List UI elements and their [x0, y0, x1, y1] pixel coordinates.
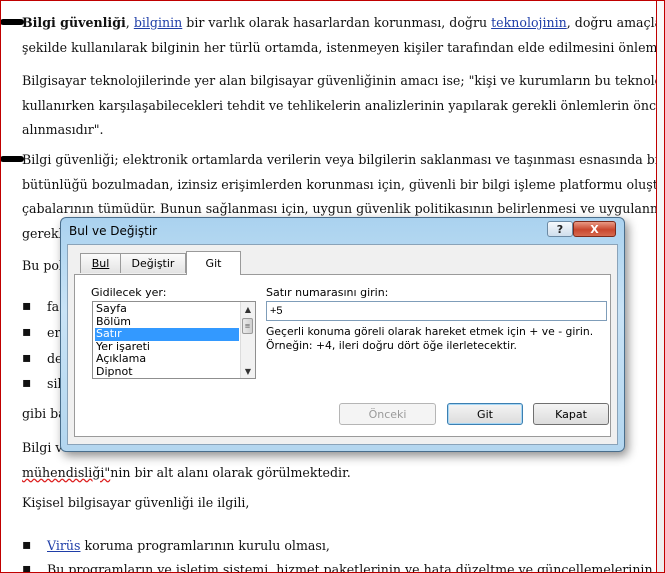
link-teknolojinin[interactable]: teknolojinin	[491, 15, 567, 30]
bullet-dot: ▪	[22, 298, 32, 314]
find-replace-dialog: Bul ve Değiştir ? X Bul Değiştir Git Gid…	[60, 217, 625, 452]
term-bold: Bilgi güvenliği	[22, 15, 126, 30]
paragraph-2: Bilgisayar teknolojilerinde yer alan bil…	[22, 73, 665, 137]
tab-find[interactable]: Bul	[80, 253, 121, 273]
close-icon[interactable]: X	[573, 221, 616, 237]
tab-replace[interactable]: Değiştir	[120, 253, 186, 273]
paragraph-marker	[0, 19, 24, 25]
previous-button[interactable]: Önceki	[339, 403, 436, 425]
bullet-text-virus: Virüs koruma programlarının kurulu olmas…	[47, 538, 330, 553]
dialog-body: Bul Değiştir Git Gidilecek yer: Sayfa Bö…	[67, 244, 618, 445]
line-number-input[interactable]	[266, 301, 607, 321]
misspelled-word: mühendisliği"	[22, 464, 111, 480]
help-button[interactable]: ?	[547, 221, 573, 237]
link-virus[interactable]: Virüs	[47, 538, 81, 553]
goto-description: Geçerli konuma göreli olarak hareket etm…	[266, 325, 594, 352]
right-margin-strip	[656, 0, 665, 573]
link-bilginin[interactable]: bilginin	[134, 15, 182, 30]
line-number-label: Satır numarasını girin:	[266, 286, 389, 299]
paragraph-1: Bilgi güvenliği, bilginin bir varlık ola…	[22, 15, 665, 55]
close-button[interactable]: Kapat	[533, 403, 609, 425]
goto-label: Gidilecek yer:	[91, 286, 167, 299]
dialog-title: Bul ve Değiştir	[69, 224, 158, 238]
goto-panel: Gidilecek yer: Sayfa Bölüm Satır Yer işa…	[74, 274, 611, 437]
bullet-dot: ▪	[22, 561, 32, 573]
bullet-text: fa	[47, 299, 60, 314]
list-item[interactable]: Sayfa	[95, 302, 239, 316]
bullet-dot: ▪	[22, 537, 32, 553]
tab-goto[interactable]: Git	[186, 251, 241, 275]
bullet-dot: ▪	[22, 324, 32, 340]
list-item[interactable]: Açıklama	[95, 352, 239, 366]
bullet-text-cut: Bu programların ve işletim sistemi, hizm…	[47, 562, 665, 573]
list-item[interactable]: Dipnot	[95, 365, 239, 379]
bullet-dot: ▪	[22, 350, 32, 366]
goto-button[interactable]: Git	[447, 403, 523, 425]
paragraph-7: Kişisel bilgisayar güvenliği ile ilgili,	[22, 495, 250, 510]
paragraph-marker	[0, 156, 24, 162]
scroll-thumb[interactable]: ≡	[242, 318, 253, 334]
list-item-selected[interactable]: Satır	[95, 327, 239, 341]
listbox-scrollbar[interactable]: ▲ ≡ ▼	[240, 302, 255, 378]
scroll-down-icon[interactable]: ▼	[241, 364, 255, 378]
bullet-dot: ▪	[22, 375, 32, 391]
goto-listbox[interactable]: Sayfa Bölüm Satır Yer işareti Açıklama D…	[92, 301, 256, 379]
scroll-up-icon[interactable]: ▲	[241, 302, 255, 316]
